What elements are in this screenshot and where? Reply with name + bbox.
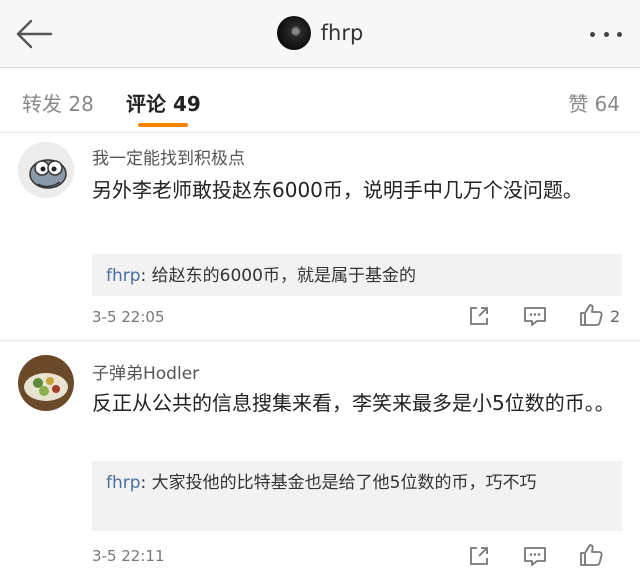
more-button[interactable] [586,22,626,46]
avatar[interactable] [18,142,74,198]
thumbs-up-icon [580,544,603,566]
page-title: fhrp [320,21,364,45]
reply-button[interactable] [520,543,550,569]
comment-timestamp: 3-5 22:05 [92,308,165,326]
top-bar: fhrp [0,0,640,68]
reply-author-link[interactable]: fhrp [106,473,141,493]
more-dots-icon [590,31,595,37]
comment-text: 反正从公共的信息搜集来看，李笑来最多是小5位数的币。。 [92,391,615,415]
comment-username[interactable]: 子弹弟Hodler [92,359,199,384]
comment-bubble-icon [524,547,546,566]
share-button[interactable] [464,543,494,569]
tab-bar: 转发 28 评论 49 赞 64 [0,68,640,133]
cartoon-avatar-icon [18,142,74,198]
tab-comment[interactable]: 评论 49 [126,88,640,117]
share-icon [470,547,488,565]
reply-preview[interactable]: fhrp: 大家投他的比特基金也是给了他5位数的币，巧不巧 [92,461,622,531]
reply-text: : 给赵东的6000币，就是属于基金的 [140,266,416,286]
header-title-group[interactable]: fhrp [0,16,640,50]
comment-text: 另外李老师敢投赵东6000币，说明手中几万个没问题。 [92,178,583,202]
tab-forward[interactable]: 转发 28 [22,88,94,117]
active-tab-indicator [138,123,188,127]
reply-button[interactable] [520,303,550,329]
avatar[interactable] [18,355,74,411]
food-photo-avatar-icon [18,355,74,411]
comment-bubble-icon [524,307,546,326]
comment-item: 我一定能找到积极点 另外李老师敢投赵东6000币，说明手中几万个没问题。 fhr… [0,134,640,340]
like-count: 2 [610,307,621,326]
share-button[interactable] [464,303,494,329]
reply-author-link[interactable]: fhrp [106,266,141,286]
avatar [276,16,311,50]
reply-preview[interactable]: fhrp: 给赵东的6000币，就是属于基金的 [92,254,622,296]
comment-item: 子弹弟Hodler 反正从公共的信息搜集来看，李笑来最多是小5位数的币。。 fh… [0,341,640,580]
like-button[interactable] [576,302,606,328]
like-button[interactable] [576,542,606,568]
tab-like[interactable]: 赞 64 [568,88,620,117]
thumbs-up-icon [580,304,603,326]
comment-username[interactable]: 我一定能找到积极点 [92,144,245,169]
comment-timestamp: 3-5 22:11 [92,547,165,565]
reply-text: : 大家投他的比特基金也是给了他5位数的币，巧不巧 [140,473,537,493]
share-icon [470,307,488,325]
